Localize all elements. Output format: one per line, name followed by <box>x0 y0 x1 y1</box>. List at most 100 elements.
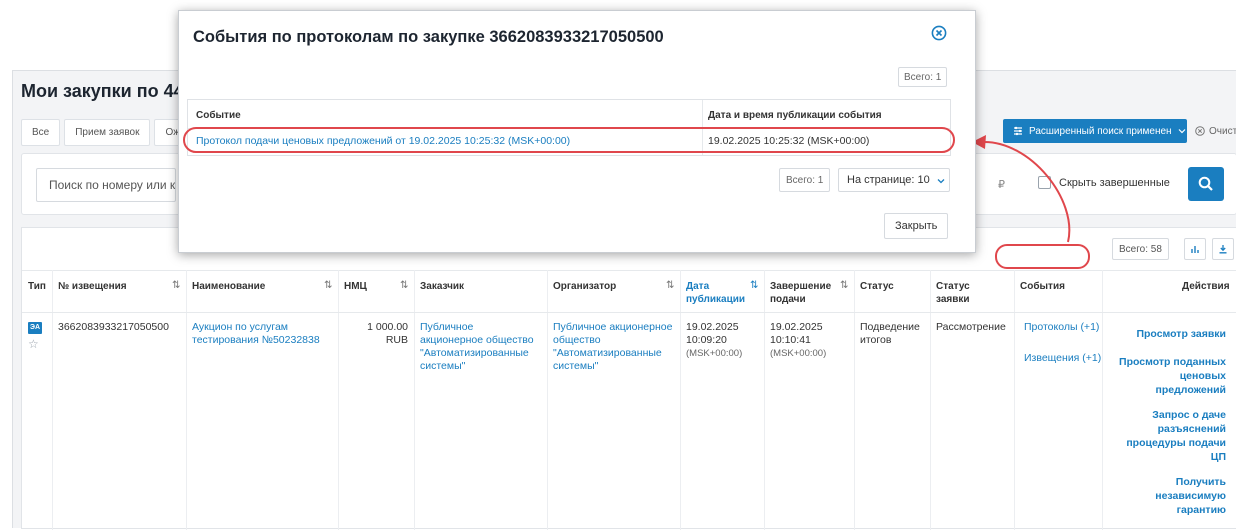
column-divider <box>52 270 53 530</box>
organizer-line1: Публичное акционерное <box>553 321 673 333</box>
sort-icon[interactable]: ⇅ <box>750 280 758 291</box>
th-pub-date[interactable]: Дата публикации <box>686 280 745 306</box>
submission-end-time-value: 10:10:41 <box>770 334 811 346</box>
column-divider <box>1014 270 1015 530</box>
customer-link[interactable]: Публичное акционерное общество "Автомати… <box>420 321 534 373</box>
modal-count-top: Всего: 1 <box>898 67 948 87</box>
th-submission-end-line2: подачи <box>770 294 806 305</box>
th-status: Статус <box>860 281 894 292</box>
organizer-line3: "Автоматизированные <box>553 347 662 359</box>
th-type: Тип <box>28 281 46 292</box>
application-status-value: Рассмотрение <box>936 321 1006 333</box>
get-guarantee-line3: гарантию <box>1176 504 1226 516</box>
th-pub-date-line2: публикации <box>686 294 746 305</box>
page-title: Мои закупки по 44 <box>21 81 184 101</box>
page-size-select[interactable]: На странице: 10 <box>838 168 950 192</box>
column-divider <box>186 270 187 530</box>
bar-chart-icon <box>1191 246 1199 253</box>
th-customer: Заказчик <box>420 281 465 292</box>
th-name[interactable]: Наименование <box>192 280 265 293</box>
publication-time-value: 10:09:20 <box>686 334 727 346</box>
header-divider <box>22 270 1236 271</box>
annotation-arrow <box>972 135 1071 243</box>
modal-count-bottom: Всего: 1 <box>779 168 831 192</box>
nmc-value: 1 000.00 RUB <box>344 321 408 347</box>
view-price-offers-line1: Просмотр поданных <box>1119 356 1226 368</box>
organizer-link[interactable]: Публичное акционерное общество "Автомати… <box>553 321 672 373</box>
customer-line3: "Автоматизированные <box>420 347 529 359</box>
status-tabs: Все Прием заявок Ожи <box>21 119 197 146</box>
protocol-events-modal: События по протоколам по закупке 3662083… <box>178 10 976 253</box>
column-divider <box>547 270 548 530</box>
organizer-line4: системы" <box>553 360 599 372</box>
search-input[interactable]: Поиск по номеру или кл <box>36 168 176 202</box>
view-application-link[interactable]: Просмотр заявки <box>1136 327 1226 341</box>
tab-accepting[interactable]: Прием заявок <box>64 119 151 146</box>
get-guarantee-line1: Получить <box>1175 476 1226 488</box>
column-divider <box>680 270 681 530</box>
sort-icon[interactable]: ⇅ <box>666 280 674 291</box>
clarification-request-line4: ЦП <box>1210 451 1226 463</box>
search-button[interactable] <box>1188 167 1224 201</box>
clarification-request-line1: Запрос о даче <box>1152 409 1226 421</box>
th-app-status-line2: заявки <box>936 294 970 305</box>
chevron-down-icon <box>937 179 945 184</box>
view-price-offers-line3: предложений <box>1155 384 1226 396</box>
sort-icon[interactable]: ⇅ <box>400 280 408 291</box>
sort-icon[interactable]: ⇅ <box>172 280 180 291</box>
th-events: События <box>1020 281 1065 292</box>
publication-date-value: 19.02.2025 <box>686 321 739 333</box>
clear-filters-button[interactable]: Очистит <box>1195 119 1236 143</box>
page-size-value: На странице: 10 <box>847 174 930 186</box>
th-app-status-line1: Статус <box>936 281 970 292</box>
th-submission-end[interactable]: Завершение подачи <box>770 280 831 306</box>
status-value: Подведение итогов <box>860 321 920 347</box>
purchase-name-link[interactable]: Аукцион по услугам тестирования №5023283… <box>192 321 320 347</box>
th-submission-end-line1: Завершение <box>770 281 832 292</box>
tab-all[interactable]: Все <box>21 119 61 146</box>
nmc-currency: RUB <box>385 334 408 346</box>
column-divider <box>1102 270 1103 530</box>
column-divider <box>854 270 855 530</box>
submission-end-date: 19.02.2025 10:10:41 (MSK+00:00) <box>770 321 826 360</box>
status-line1: Подведение <box>860 321 920 333</box>
th-nmc[interactable]: НМЦ <box>344 280 367 293</box>
chart-settings-button[interactable] <box>1184 238 1206 260</box>
clarification-request-line2: разъяснений <box>1157 423 1226 435</box>
publication-timezone: (MSK+00:00) <box>686 348 743 359</box>
column-divider <box>338 270 339 530</box>
close-circle-icon <box>1195 126 1205 136</box>
get-guarantee-link[interactable]: Получить независимую гарантию <box>1155 475 1226 517</box>
modal-title: События по протоколам по закупке 3662083… <box>193 28 664 46</box>
search-icon <box>1198 176 1213 191</box>
procedure-type-badge: ЭА <box>28 322 42 334</box>
th-actions: Действия <box>1182 281 1230 292</box>
get-guarantee-line2: независимую <box>1155 490 1226 502</box>
th-app-status: Статус заявки <box>936 280 970 306</box>
status-line2: итогов <box>860 334 892 346</box>
sort-icon[interactable]: ⇅ <box>840 280 848 291</box>
chevron-down-icon <box>1178 129 1185 134</box>
submission-end-timezone: (MSK+00:00) <box>770 348 827 359</box>
close-button[interactable]: Закрыть <box>884 213 949 239</box>
purchase-name-line2: тестирования №50232838 <box>192 334 320 346</box>
clarification-request-line3: процедуры подачи <box>1126 437 1226 449</box>
clarification-request-link[interactable]: Запрос о даче разъяснений процедуры пода… <box>1126 408 1226 464</box>
row-divider <box>22 312 1236 313</box>
view-price-offers-link[interactable]: Просмотр поданных ценовых предложений <box>1119 355 1226 397</box>
column-divider <box>414 270 415 530</box>
close-icon[interactable] <box>931 25 947 41</box>
sort-icon[interactable]: ⇅ <box>324 280 332 291</box>
favorite-star-icon[interactable]: ☆ <box>28 337 39 351</box>
nmc-amount: 1 000.00 <box>367 321 408 333</box>
download-button[interactable] <box>1212 238 1234 260</box>
purchases-table: Всего: 58 Тип № извещения ⇅ Наименование… <box>21 227 1236 530</box>
customer-line2: акционерное общество <box>420 334 534 346</box>
customer-line4: системы" <box>420 360 466 372</box>
th-pub-date-line1: Дата <box>686 281 710 292</box>
col-publication-datetime: Дата и время публикации события <box>708 110 882 121</box>
events-notices-link[interactable]: Извещения (+1) <box>1024 352 1101 365</box>
th-organizer[interactable]: Организатор <box>553 280 616 293</box>
th-notice[interactable]: № извещения <box>58 280 127 293</box>
events-protocols-link[interactable]: Протоколы (+1) <box>1024 321 1099 334</box>
